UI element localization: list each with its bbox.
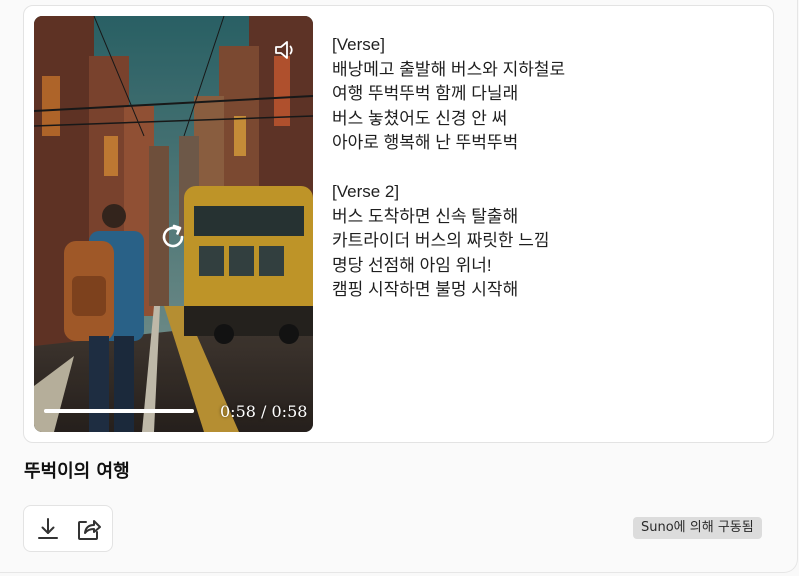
video-player[interactable]: 0:58 / 0:58 (34, 16, 313, 432)
replay-icon[interactable] (157, 221, 189, 253)
action-bar (23, 505, 113, 552)
lyric-line: 여행 뚜벅뚜벅 함께 다닐래 (332, 84, 519, 103)
download-icon (38, 518, 58, 539)
lyrics-panel: [Verse] 배낭메고 출발해 버스와 지하철로여행 뚜벅뚜벅 함께 다닐래버스… (332, 33, 752, 303)
song-card: 0:58 / 0:58 [Verse] 배낭메고 출발해 버스와 지하철로여행 뚜… (23, 5, 774, 443)
lyric-line: 캠핑 시작하면 불멍 시작해 (332, 280, 519, 299)
song-title: 뚜벅이의 여행 (24, 461, 130, 482)
powered-by-badge: Suno에 의해 구동됨 (633, 517, 762, 539)
song-panel: 0:58 / 0:58 [Verse] 배낭메고 출발해 버스와 지하철로여행 뚜… (0, 0, 798, 573)
lyric-line: 배낭메고 출발해 버스와 지하철로 (332, 59, 566, 79)
lyric-line: 명당 선점해 아임 위너! (332, 255, 492, 275)
lyric-line: 아아로 행복해 난 뚜벅뚜벅 (332, 133, 519, 152)
share-icon (78, 520, 101, 540)
time-display: 0:58 / 0:58 (220, 402, 308, 421)
lyrics-gap (332, 156, 752, 181)
progress-fill (44, 409, 194, 413)
lyric-line: [Verse 2] (332, 182, 400, 201)
lyric-line: 버스 놓쳤어도 신경 안 써 (332, 108, 508, 128)
lyric-line: 카트라이더 버스의 짜릿한 느낌 (332, 231, 550, 250)
download-button[interactable] (34, 515, 62, 543)
lyric-line: 버스 도착하면 신속 탈출해 (332, 206, 519, 226)
lyric-line: [Verse] (332, 35, 385, 54)
volume-icon[interactable] (273, 38, 299, 62)
progress-bar[interactable] (44, 409, 194, 413)
share-button[interactable] (75, 515, 103, 543)
